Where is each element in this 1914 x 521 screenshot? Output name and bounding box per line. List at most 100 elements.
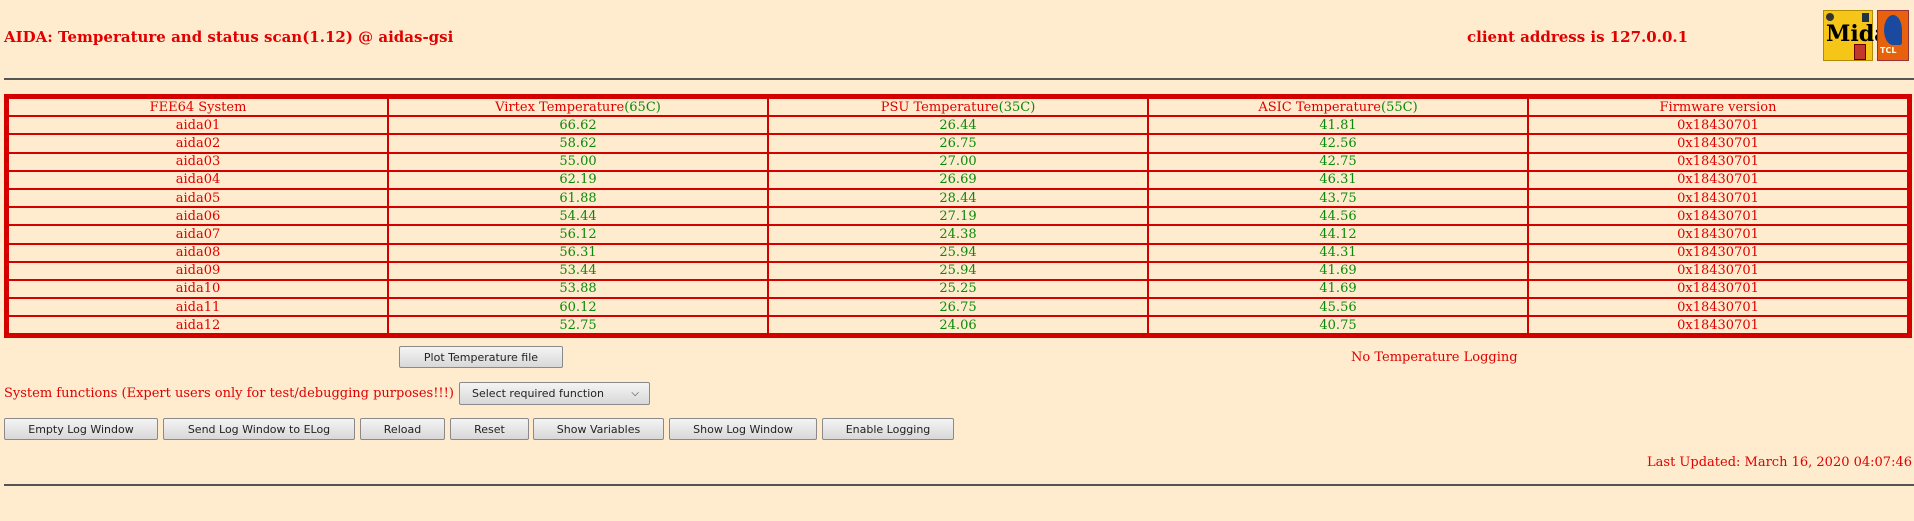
cell-system: aida03 — [8, 152, 388, 171]
cell-psu-temperature: 26.44 — [768, 116, 1148, 135]
cell-asic-temperature: 41.69 — [1148, 261, 1528, 280]
header-virtex-temperature: Virtex Temperature(65C) — [388, 98, 768, 117]
page-header: AIDA: Temperature and status scan(1.12) … — [0, 0, 1914, 75]
cell-psu-temperature: 25.25 — [768, 279, 1148, 299]
cell-firmware-version: 0x18430701 — [1528, 170, 1908, 189]
cell-system: aida11 — [8, 298, 388, 317]
cell-firmware-version: 0x18430701 — [1528, 116, 1908, 135]
cell-system: aida10 — [8, 279, 388, 299]
enable-logging-button[interactable]: Enable Logging — [822, 418, 954, 440]
table-row: aida05 61.88 28.44 43.75 0x18430701 — [8, 188, 1908, 208]
header-firmware-version: Firmware version — [1528, 98, 1908, 117]
crest-icon — [1826, 13, 1834, 21]
book-icon — [1854, 44, 1866, 60]
cell-psu-temperature: 26.75 — [768, 134, 1148, 153]
cell-psu-temperature: 27.00 — [768, 152, 1148, 171]
table-row: aida04 62.19 26.69 46.31 0x18430701 — [8, 170, 1908, 189]
cell-virtex-temperature: 66.62 — [388, 116, 768, 135]
cell-system: aida07 — [8, 225, 388, 244]
feather-icon — [1884, 15, 1902, 45]
cell-asic-temperature: 44.31 — [1148, 243, 1528, 262]
cell-psu-temperature: 24.06 — [768, 316, 1148, 335]
reset-button[interactable]: Reset — [450, 418, 529, 440]
empty-log-window-button[interactable]: Empty Log Window — [4, 418, 158, 440]
cell-asic-temperature: 46.31 — [1148, 170, 1528, 189]
table-row: aida10 53.88 25.25 41.69 0x18430701 — [8, 279, 1908, 299]
top-divider — [4, 78, 1914, 80]
cell-system: aida02 — [8, 134, 388, 153]
cell-virtex-temperature: 53.88 — [388, 279, 768, 299]
cell-virtex-temperature: 52.75 — [388, 316, 768, 335]
cell-system: aida09 — [8, 261, 388, 280]
cell-firmware-version: 0x18430701 — [1528, 243, 1908, 262]
cell-firmware-version: 0x18430701 — [1528, 298, 1908, 317]
table-row: aida02 58.62 26.75 42.56 0x18430701 — [8, 134, 1908, 153]
reload-button[interactable]: Reload — [360, 418, 445, 440]
psu-limit: (35C) — [998, 99, 1036, 115]
table-header-row: FEE64 System Virtex Temperature(65C) PSU… — [8, 98, 1908, 117]
temperature-status-table: FEE64 System Virtex Temperature(65C) PSU… — [4, 94, 1912, 339]
cell-asic-temperature: 41.69 — [1148, 279, 1528, 299]
cell-virtex-temperature: 60.12 — [388, 298, 768, 317]
logging-status: No Temperature Logging — [1351, 350, 1518, 365]
cell-asic-temperature: 41.81 — [1148, 116, 1528, 135]
cell-firmware-version: 0x18430701 — [1528, 152, 1908, 171]
cell-system: aida08 — [8, 243, 388, 262]
system-function-select[interactable]: Select required function ⌵ — [459, 382, 650, 405]
plot-temperature-file-button[interactable]: Plot Temperature file — [399, 346, 563, 368]
cell-psu-temperature: 28.44 — [768, 188, 1148, 208]
cell-system: aida06 — [8, 207, 388, 226]
header-fee64-system: FEE64 System — [8, 98, 388, 117]
show-log-window-button[interactable]: Show Log Window — [669, 418, 817, 440]
table-row: aida01 66.62 26.44 41.81 0x18430701 — [8, 116, 1908, 135]
cell-system: aida05 — [8, 188, 388, 208]
chevron-down-icon: ⌵ — [631, 388, 639, 399]
send-log-to-elog-button[interactable]: Send Log Window to ELog — [163, 418, 355, 440]
cell-asic-temperature: 40.75 — [1148, 316, 1528, 335]
page-title: AIDA: Temperature and status scan(1.12) … — [4, 28, 454, 46]
cell-virtex-temperature: 58.62 — [388, 134, 768, 153]
cell-firmware-version: 0x18430701 — [1528, 188, 1908, 208]
tcl-logo[interactable]: TCL — [1877, 10, 1909, 61]
cell-system: aida01 — [8, 116, 388, 135]
cell-virtex-temperature: 56.31 — [388, 243, 768, 262]
header-psu-temperature: PSU Temperature(35C) — [768, 98, 1148, 117]
cell-virtex-temperature: 53.44 — [388, 261, 768, 280]
cell-firmware-version: 0x18430701 — [1528, 134, 1908, 153]
table-row: aida03 55.00 27.00 42.75 0x18430701 — [8, 152, 1908, 171]
cell-system: aida04 — [8, 170, 388, 189]
system-functions-label: System functions (Expert users only for … — [4, 386, 454, 401]
table-row: aida06 54.44 27.19 44.56 0x18430701 — [8, 207, 1908, 226]
tcl-logo-text: TCL — [1880, 46, 1897, 55]
cell-firmware-version: 0x18430701 — [1528, 261, 1908, 280]
cell-firmware-version: 0x18430701 — [1528, 279, 1908, 299]
cell-virtex-temperature: 62.19 — [388, 170, 768, 189]
cell-asic-temperature: 44.12 — [1148, 225, 1528, 244]
cell-virtex-temperature: 56.12 — [388, 225, 768, 244]
select-value: Select required function — [472, 387, 604, 400]
table-row: aida11 60.12 26.75 45.56 0x18430701 — [8, 298, 1908, 317]
cell-virtex-temperature: 55.00 — [388, 152, 768, 171]
header-asic-temperature: ASIC Temperature(55C) — [1148, 98, 1528, 117]
table-row: aida08 56.31 25.94 44.31 0x18430701 — [8, 243, 1908, 262]
cell-asic-temperature: 44.56 — [1148, 207, 1528, 226]
cell-firmware-version: 0x18430701 — [1528, 316, 1908, 335]
show-variables-button[interactable]: Show Variables — [533, 418, 664, 440]
cell-psu-temperature: 25.94 — [768, 243, 1148, 262]
asic-limit: (55C) — [1381, 99, 1418, 115]
cell-psu-temperature: 24.38 — [768, 225, 1148, 244]
cell-asic-temperature: 45.56 — [1148, 298, 1528, 317]
cell-psu-temperature: 26.69 — [768, 170, 1148, 189]
cell-psu-temperature: 27.19 — [768, 207, 1148, 226]
cell-system: aida12 — [8, 316, 388, 335]
virtex-limit: (65C) — [624, 99, 661, 115]
cell-firmware-version: 0x18430701 — [1528, 225, 1908, 244]
cell-asic-temperature: 43.75 — [1148, 188, 1528, 208]
cell-virtex-temperature: 61.88 — [388, 188, 768, 208]
client-address: client address is 127.0.0.1 — [1467, 28, 1689, 46]
cell-virtex-temperature: 54.44 — [388, 207, 768, 226]
last-updated: Last Updated: March 16, 2020 04:07:46 — [1647, 455, 1912, 470]
cell-firmware-version: 0x18430701 — [1528, 207, 1908, 226]
cell-asic-temperature: 42.75 — [1148, 152, 1528, 171]
midas-logo[interactable]: Midas — [1823, 10, 1901, 61]
